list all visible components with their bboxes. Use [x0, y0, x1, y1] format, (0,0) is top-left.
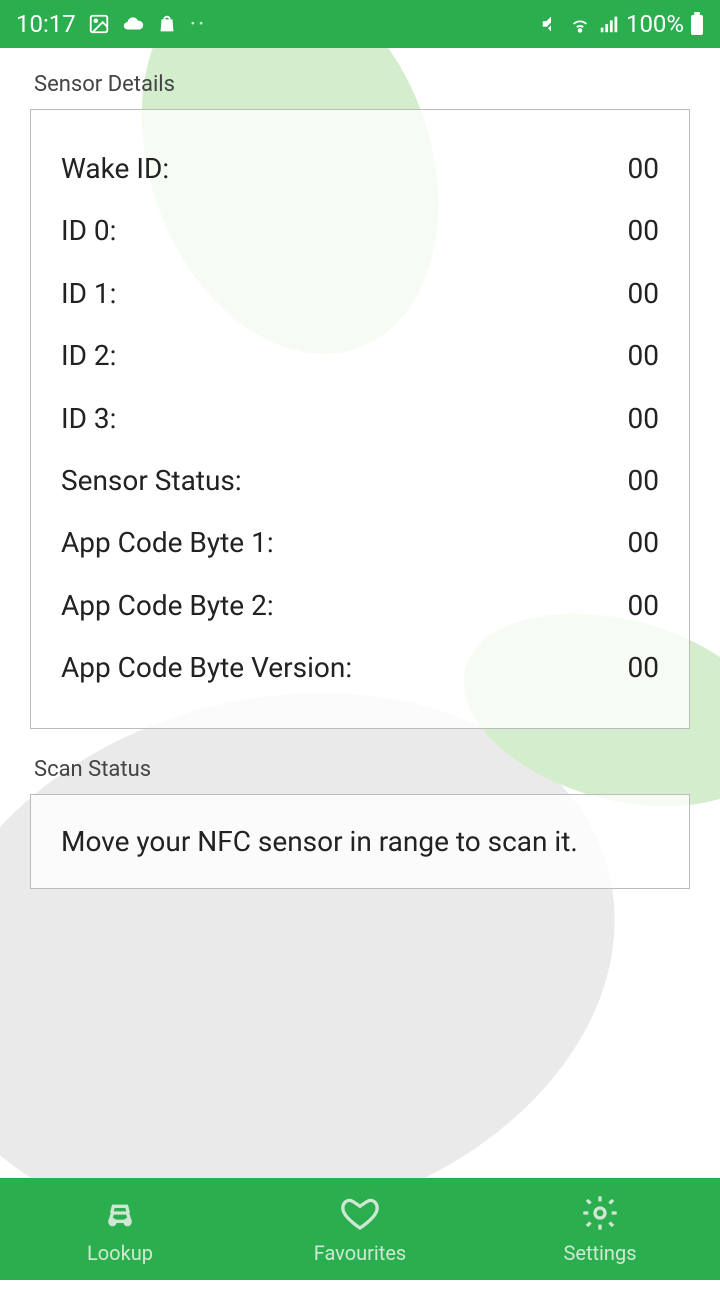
nav-favourites[interactable]: Favourites: [240, 1178, 480, 1280]
image-icon: [88, 13, 110, 35]
mute-icon: [540, 13, 562, 35]
sensor-details-card: Wake ID:00ID 0:00ID 1:00ID 2:00ID 3:00Se…: [30, 109, 690, 729]
gear-icon: [580, 1193, 620, 1237]
heart-icon: [340, 1193, 380, 1237]
field-value: 00: [628, 588, 659, 624]
field-value: 00: [628, 338, 659, 374]
field-label: App Code Byte Version:: [61, 650, 352, 686]
field-label: ID 2:: [61, 338, 116, 374]
sensor-details-title: Sensor Details: [30, 72, 690, 97]
wifi-icon: [568, 13, 592, 35]
more-icon: ··: [190, 10, 207, 38]
field-label: ID 3:: [61, 401, 116, 437]
nav-settings[interactable]: Settings: [480, 1178, 720, 1280]
field-label: App Code Byte 1:: [61, 525, 274, 561]
field-label: Wake ID:: [61, 151, 169, 187]
field-row: App Code Byte Version: 00: [61, 637, 659, 699]
field-value: 00: [628, 525, 659, 561]
field-value: 00: [628, 401, 659, 437]
field-row: ID 1: 00: [61, 263, 659, 325]
nav-favourites-label: Favourites: [314, 1241, 407, 1265]
field-row: App Code Byte 1: 00: [61, 512, 659, 574]
battery-text: 100%: [626, 10, 684, 38]
signal-icon: [598, 13, 620, 35]
field-value: 00: [628, 151, 659, 187]
bag-icon: [156, 13, 178, 35]
field-value: 00: [628, 463, 659, 499]
nav-settings-label: Settings: [563, 1241, 636, 1265]
status-time: 10:17: [16, 10, 76, 38]
field-row: ID 0: 00: [61, 200, 659, 262]
field-value: 00: [628, 276, 659, 312]
field-label: ID 0:: [61, 213, 116, 249]
status-bar: 10:17 ·· 100%: [0, 0, 720, 48]
battery-icon: [690, 12, 704, 36]
scan-status-card: Move your NFC sensor in range to scan it…: [30, 794, 690, 890]
nav-lookup[interactable]: Lookup: [0, 1178, 240, 1280]
field-row: App Code Byte 2: 00: [61, 575, 659, 637]
field-label: ID 1:: [61, 276, 116, 312]
field-row: Sensor Status: 00: [61, 450, 659, 512]
nav-lookup-label: Lookup: [87, 1241, 153, 1265]
scan-status-message: Move your NFC sensor in range to scan it…: [61, 823, 659, 861]
scan-status-title: Scan Status: [30, 757, 690, 782]
field-value: 00: [628, 213, 659, 249]
field-row: ID 2: 00: [61, 325, 659, 387]
field-value: 00: [628, 650, 659, 686]
field-label: Sensor Status:: [61, 463, 242, 499]
field-row: Wake ID: 00: [61, 138, 659, 200]
car-icon: [100, 1193, 140, 1237]
field-row: ID 3: 00: [61, 388, 659, 450]
bottom-nav: Lookup Favourites Settings: [0, 1178, 720, 1280]
cloud-icon: [122, 13, 144, 35]
field-label: App Code Byte 2:: [61, 588, 274, 624]
